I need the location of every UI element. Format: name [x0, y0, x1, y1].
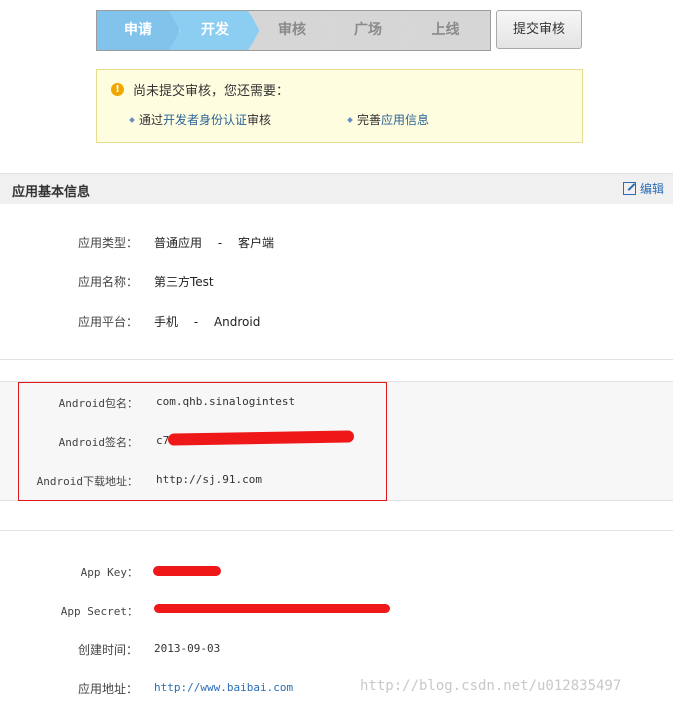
notice-item-text: 审核: [247, 113, 272, 127]
step-review: 审核: [249, 11, 335, 50]
bullet-icon: [347, 117, 353, 123]
step-online: 上线: [401, 11, 490, 50]
watermark: http://blog.csdn.net/u012835497: [360, 678, 622, 694]
notice-item-text: 通过: [139, 113, 164, 127]
divider: [0, 359, 673, 360]
submit-review-button[interactable]: 提交审核: [496, 10, 582, 49]
app-type-value: 普通应用 - 客户端: [154, 236, 274, 250]
notice-item-complete: 完善应用信息: [357, 111, 429, 128]
app-key-redaction: [153, 566, 221, 576]
app-info-link[interactable]: 应用信息: [381, 113, 429, 127]
app-key-label: App Key：: [80, 566, 138, 579]
created-time-label: 创建时间：: [77, 643, 138, 657]
progress-steps: 申请 开发 审核 广场 上线: [96, 10, 491, 51]
edit-icon: [623, 182, 636, 195]
highlight-box: [18, 382, 387, 501]
notice-item-text: 完善: [357, 113, 382, 127]
edit-button[interactable]: 编辑: [623, 180, 664, 197]
notice-item-verify: 通过开发者身份认证审核: [139, 111, 271, 128]
app-secret-redaction: [154, 604, 390, 613]
notice-title: 尚未提交审核，您还需要：: [133, 84, 290, 99]
app-url-label: 应用地址：: [77, 682, 138, 696]
app-platform-value: 手机 - Android: [154, 315, 261, 329]
warning-icon: !: [111, 83, 124, 96]
app-type-label: 应用类型：: [77, 236, 138, 250]
app-url-link[interactable]: http://www.baibai.com: [154, 681, 293, 694]
section-title: 应用基本信息: [12, 185, 91, 200]
app-name-label: 应用名称：: [77, 275, 138, 289]
developer-verify-link[interactable]: 开发者身份认证: [163, 113, 247, 127]
app-secret-label: App Secret：: [60, 605, 138, 618]
section-header: 应用基本信息 编辑: [0, 173, 673, 204]
step-apply: 申请: [97, 11, 179, 50]
divider: [0, 530, 673, 531]
step-develop: 开发: [169, 11, 261, 50]
notice-box: ! 尚未提交审核，您还需要： 通过开发者身份认证审核 完善应用信息: [96, 69, 583, 143]
edit-label: 编辑: [640, 182, 665, 196]
step-square: 广场: [325, 11, 411, 50]
bullet-icon: [129, 117, 135, 123]
app-name-value: 第三方Test: [154, 275, 214, 289]
created-time-value: 2013-09-03: [154, 642, 221, 655]
app-platform-label: 应用平台：: [77, 315, 138, 329]
